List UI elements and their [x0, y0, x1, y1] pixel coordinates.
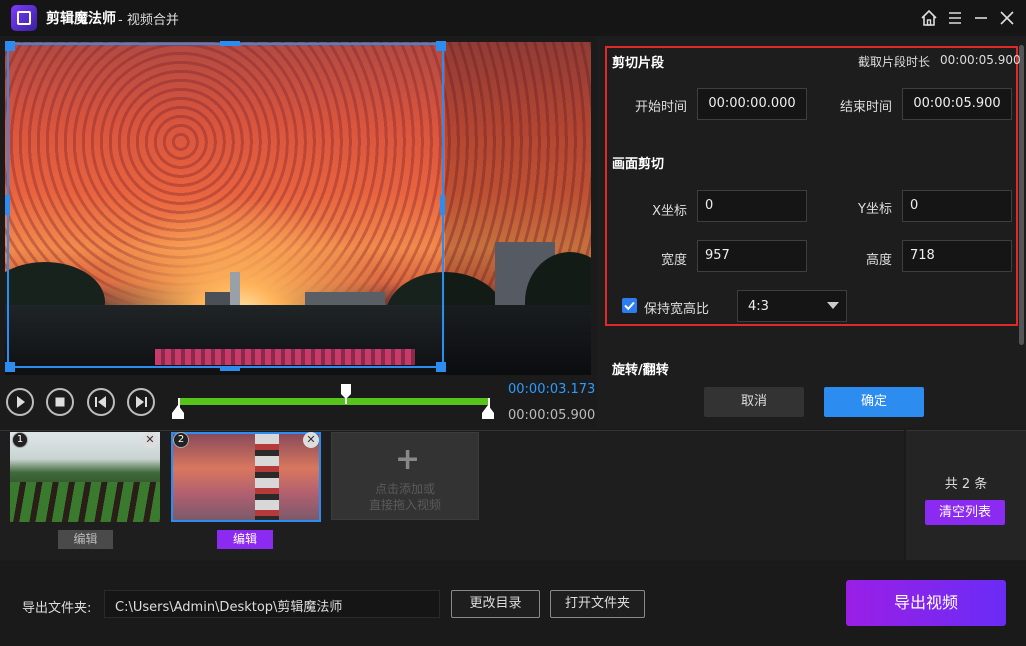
clip-duration-value: 00:00:05.900 — [940, 53, 1021, 67]
crop-handle[interactable] — [220, 41, 240, 46]
remove-clip-2-icon[interactable]: ✕ — [303, 432, 319, 448]
edit-clip-1-button[interactable]: 编辑 — [58, 530, 113, 549]
play-icon — [17, 396, 25, 408]
trim-start-handle[interactable] — [172, 405, 184, 419]
crop-handle[interactable] — [436, 41, 446, 51]
clear-list-button[interactable]: 清空列表 — [925, 500, 1005, 525]
end-time-input[interactable]: 00:00:05.900 — [902, 88, 1012, 120]
add-video-hint-2: 直接拖入视频 — [368, 498, 441, 512]
crop-section-title: 画面剪切 — [612, 157, 665, 172]
x-coord-label: X坐标 — [652, 204, 687, 219]
panel-scrollbar[interactable] — [1019, 45, 1024, 345]
window-subtitle: - 视频合并 — [118, 13, 179, 28]
menu-icon[interactable] — [944, 7, 966, 29]
export-folder-label: 导出文件夹: — [22, 601, 92, 616]
check-icon — [624, 301, 635, 311]
prev-frame-button[interactable] — [87, 388, 115, 416]
x-coord-input[interactable]: 0 — [697, 190, 807, 222]
trim-end-handle[interactable] — [482, 405, 494, 419]
title-bar: 剪辑魔法师 - 视频合并 — [0, 0, 1026, 36]
clip-thumbnail-2[interactable] — [171, 432, 321, 522]
export-video-button[interactable]: 导出视频 — [846, 580, 1006, 626]
height-label: 高度 — [865, 253, 892, 268]
clip-thumbnail-1[interactable] — [10, 432, 160, 522]
width-input[interactable]: 957 — [697, 240, 807, 272]
stop-icon — [55, 397, 65, 407]
next-frame-button[interactable] — [127, 388, 155, 416]
stop-button[interactable] — [46, 388, 74, 416]
end-time-label: 结束时间 — [839, 100, 892, 115]
crop-outside-overlay — [445, 42, 591, 375]
prev-frame-icon — [95, 396, 106, 408]
plus-icon: + — [395, 442, 421, 477]
crop-handle[interactable] — [5, 41, 15, 51]
clip-summary-panel — [906, 430, 1026, 560]
clip-number-badge: 1 — [12, 432, 28, 448]
crop-handle[interactable] — [220, 366, 240, 371]
close-icon[interactable] — [996, 7, 1018, 29]
change-dir-button[interactable]: 更改目录 — [451, 590, 540, 618]
total-time: 00:00:05.900 — [508, 408, 596, 423]
start-time-input[interactable]: 00:00:00.000 — [697, 88, 807, 120]
add-video-hint-1: 点击添加或 — [374, 482, 435, 496]
crop-handle[interactable] — [436, 362, 446, 372]
rotate-section-title: 旋转/翻转 — [612, 363, 669, 378]
cut-section-title: 剪切片段 — [612, 56, 665, 71]
clip-count: 共 2 条 — [944, 477, 988, 492]
clip-number-badge: 2 — [173, 432, 189, 448]
crop-handle[interactable] — [5, 195, 10, 215]
trim-track[interactable] — [178, 398, 490, 405]
keep-ratio-label: 保持宽高比 — [644, 302, 710, 317]
play-button[interactable] — [6, 388, 34, 416]
home-icon[interactable] — [918, 7, 940, 29]
crop-handle[interactable] — [5, 362, 15, 372]
current-time: 00:00:03.173 — [508, 382, 596, 397]
start-time-label: 开始时间 — [634, 100, 687, 115]
keep-ratio-checkbox[interactable] — [622, 298, 637, 313]
clip-duration-label: 截取片段时长 — [857, 55, 930, 69]
remove-clip-1-icon[interactable]: ✕ — [142, 432, 158, 448]
app-logo-icon — [11, 5, 37, 31]
app-title: 剪辑魔法师 — [46, 11, 116, 27]
export-folder-path[interactable]: C:\Users\Admin\Desktop\剪辑魔法师 — [104, 590, 440, 618]
crop-handle[interactable] — [440, 195, 445, 215]
y-coord-label: Y坐标 — [858, 202, 892, 217]
next-frame-icon — [136, 396, 147, 408]
open-folder-button[interactable]: 打开文件夹 — [550, 590, 645, 618]
chevron-down-icon — [827, 302, 839, 309]
height-input[interactable]: 718 — [902, 240, 1012, 272]
cancel-button[interactable]: 取消 — [704, 387, 804, 417]
playhead-handle[interactable] — [340, 383, 352, 405]
edit-clip-2-button[interactable]: 编辑 — [217, 530, 273, 549]
y-coord-input[interactable]: 0 — [902, 190, 1012, 222]
confirm-button[interactable]: 确定 — [824, 387, 924, 417]
width-label: 宽度 — [660, 253, 687, 268]
crop-frame[interactable] — [7, 43, 444, 368]
minimize-icon[interactable] — [970, 7, 992, 29]
